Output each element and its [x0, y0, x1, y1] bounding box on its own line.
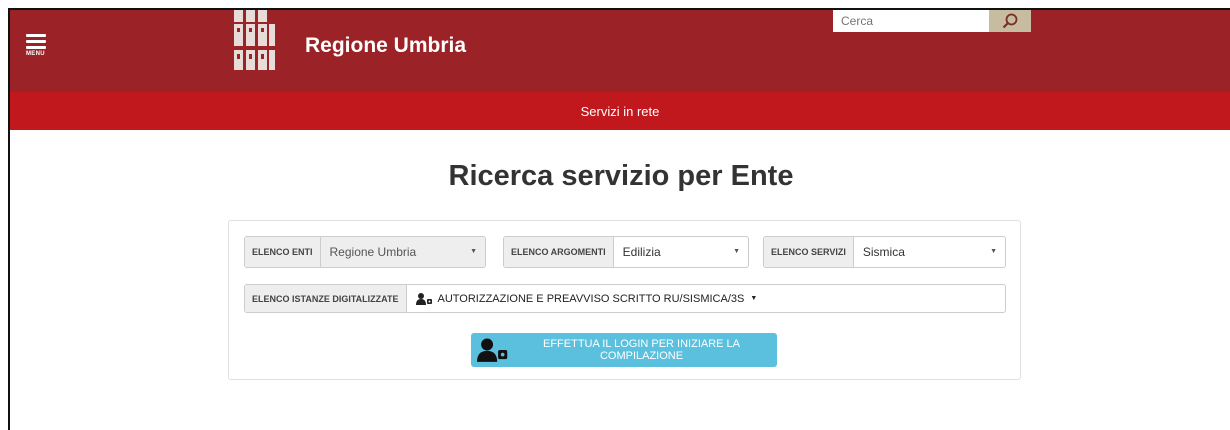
user-lock-icon	[477, 338, 508, 362]
search-panel: ELENCO ENTI Regione Umbria ▼ ELENCO ARGO…	[228, 220, 1021, 380]
enti-select-group: ELENCO ENTI Regione Umbria ▼	[244, 236, 486, 268]
enti-value: Regione Umbria	[329, 245, 417, 259]
istanze-select-group: ELENCO ISTANZE DIGITALIZZATE AUTORIZZAZI…	[244, 284, 1006, 313]
menu-label: MENU	[26, 51, 45, 57]
user-lock-icon	[415, 292, 432, 305]
servizi-select-group: ELENCO SERVIZI Sismica ▼	[763, 236, 1006, 268]
argomenti-label: ELENCO ARGOMENTI	[504, 237, 614, 267]
enti-label: ELENCO ENTI	[245, 237, 321, 267]
argomenti-select-group: ELENCO ARGOMENTI Edilizia ▼	[503, 236, 749, 268]
istanze-label: ELENCO ISTANZE DIGITALIZZATE	[245, 285, 407, 312]
page-title: Ricerca servizio per Ente	[448, 160, 794, 192]
enti-select[interactable]: Regione Umbria ▼	[320, 237, 485, 267]
services-bar: Servizi in rete	[10, 92, 1230, 130]
servizi-select[interactable]: Sismica ▼	[854, 237, 1005, 267]
site-title[interactable]: Regione Umbria	[305, 34, 466, 58]
caret-down-icon: ▼	[750, 295, 758, 302]
servizi-value: Sismica	[862, 245, 905, 259]
istanze-dropdown[interactable]: AUTORIZZAZIONE E PREAVVISO SCRITTO RU/SI…	[407, 285, 1006, 312]
search-button[interactable]	[989, 10, 1031, 32]
menu-button[interactable]: MENU	[26, 32, 50, 60]
caret-down-icon: ▼	[470, 248, 477, 255]
argomenti-select[interactable]: Edilizia ▼	[614, 237, 748, 267]
caret-down-icon: ▼	[990, 248, 997, 255]
argomenti-value: Edilizia	[622, 245, 661, 259]
istanze-value: AUTORIZZAZIONE E PREAVVISO SCRITTO RU/SI…	[437, 292, 745, 305]
browser-viewport: MENU Regione Umbria Cerca Servizi in ret…	[8, 8, 1230, 430]
hamburger-icon	[26, 34, 46, 37]
services-link[interactable]: Servizi in rete	[581, 104, 660, 119]
search-box	[833, 10, 1031, 32]
regione-umbria-logo[interactable]	[232, 10, 278, 74]
login-button[interactable]: EFFETTUA IL LOGIN PER INIZIARE LA COMPIL…	[471, 333, 777, 367]
servizi-label: ELENCO SERVIZI	[764, 237, 854, 267]
header-bar: MENU Regione Umbria Cerca	[10, 10, 1230, 92]
caret-down-icon: ▼	[733, 248, 740, 255]
search-icon	[1002, 13, 1018, 29]
search-input[interactable]	[833, 10, 989, 32]
login-button-label: EFFETTUA IL LOGIN PER INIZIARE LA COMPIL…	[542, 338, 741, 362]
